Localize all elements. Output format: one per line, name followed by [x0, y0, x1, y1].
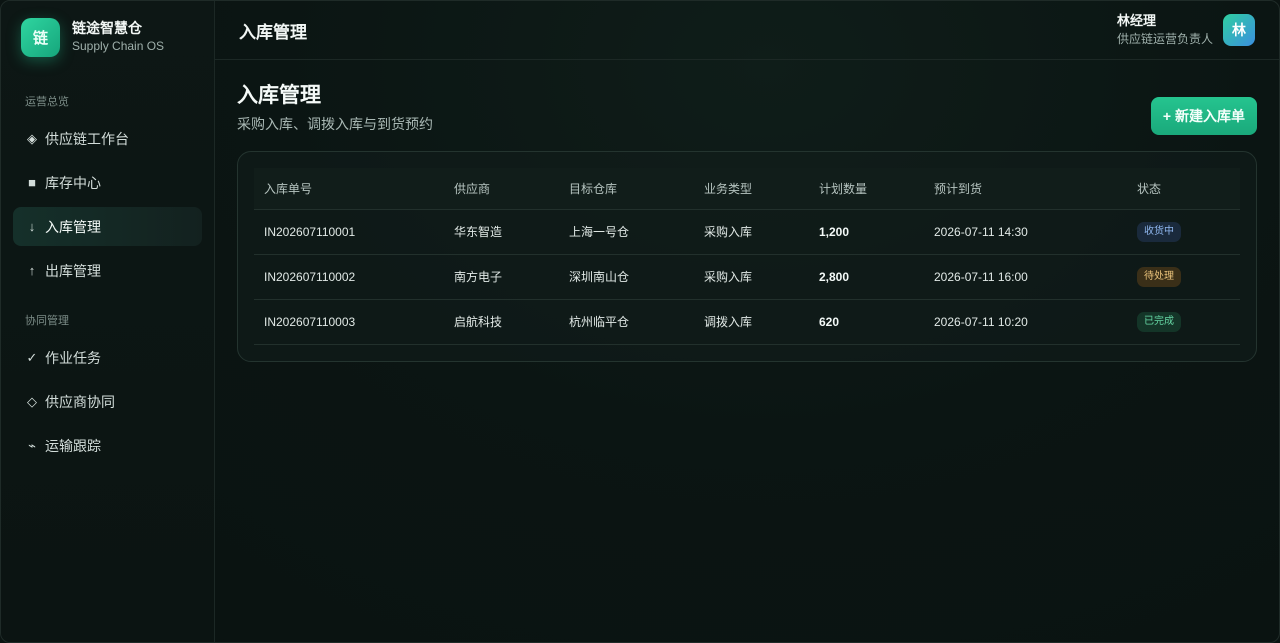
diamond-outline-icon: ◇ — [27, 393, 37, 409]
topbar-title: 入库管理 — [239, 22, 307, 42]
avatar[interactable]: 林 — [1223, 14, 1255, 46]
user-name: 林经理 — [1116, 13, 1156, 28]
warehouse-cell: 上海一号仓 — [559, 209, 694, 255]
diamond-icon: ◈ — [27, 130, 37, 146]
column-header-order-id[interactable]: 入库单号 — [254, 168, 444, 210]
business-type-cell: 采购入库 — [694, 209, 809, 255]
main-area: 入库管理 林经理 供应链运营负责人 林 入库管理 采购入库、调拨入库与到货预约 … — [215, 1, 1279, 642]
warehouse-cell: 深圳南山仓 — [559, 254, 694, 300]
route-icon: ⌁ — [28, 437, 36, 453]
sidebar-item-supply-chain-workbench[interactable]: ◈ 供应链工作台 — [13, 119, 202, 158]
page-subtitle: 采购入库、调拨入库与到货预约 — [237, 116, 433, 132]
supplier-cell: 启航科技 — [444, 299, 559, 345]
sidebar-item-work-tasks[interactable]: ✓ 作业任务 — [13, 338, 202, 377]
sidebar-item-inbound-management[interactable]: ↓ 入库管理 — [13, 207, 202, 246]
planned-qty-cell: 2,800 — [809, 254, 924, 300]
brand[interactable]: 链 链途智慧仓 Supply Chain OS — [13, 17, 202, 57]
sidebar-item-label: 供应链工作台 — [45, 130, 129, 147]
business-type-cell: 采购入库 — [694, 254, 809, 300]
eta-cell: 2026-07-11 16:00 — [924, 254, 1127, 300]
sidebar-item-transport-tracking[interactable]: ⌁ 运输跟踪 — [13, 426, 202, 465]
order-id-cell: IN202607110002 — [254, 254, 444, 300]
sidebar-item-label: 作业任务 — [45, 349, 101, 366]
nav-group-overview: 运营总览 — [25, 96, 69, 108]
page-content: 入库管理 采购入库、调拨入库与到货预约 + 新建入库单 入库单号 供应商 目标仓… — [215, 60, 1279, 362]
status-badge: 已完成 — [1137, 311, 1181, 332]
eta-cell: 2026-07-11 10:20 — [924, 299, 1127, 345]
inbound-table: 入库单号 供应商 目标仓库 业务类型 计划数量 预计到货 状态 IN202607… — [254, 168, 1240, 345]
topbar: 入库管理 林经理 供应链运营负责人 林 — [215, 1, 1279, 60]
sidebar-item-label: 库存中心 — [45, 174, 101, 191]
order-id-cell: IN202607110001 — [254, 209, 444, 255]
supplier-cell: 南方电子 — [444, 254, 559, 300]
sidebar-item-label: 入库管理 — [45, 218, 101, 235]
sidebar-item-inventory-center[interactable]: ■ 库存中心 — [13, 163, 202, 202]
page-title: 入库管理 — [237, 84, 321, 107]
status-badge: 收货中 — [1137, 221, 1181, 242]
column-header-planned-qty[interactable]: 计划数量 — [809, 168, 924, 210]
new-inbound-order-button[interactable]: + 新建入库单 — [1150, 97, 1257, 135]
check-icon: ✓ — [26, 349, 38, 365]
eta-cell: 2026-07-11 14:30 — [924, 209, 1127, 255]
status-cell: 收货中 — [1127, 209, 1240, 255]
planned-qty-cell: 620 — [809, 299, 924, 345]
sidebar: 链 链途智慧仓 Supply Chain OS 运营总览 ◈ 供应链工作台 ■ … — [1, 1, 215, 642]
square-icon: ■ — [28, 175, 36, 190]
brand-name: 链途智慧仓 — [72, 20, 142, 36]
supplier-cell: 华东智造 — [444, 209, 559, 255]
brand-subtitle: Supply Chain OS — [72, 39, 165, 53]
sidebar-item-label: 供应商协同 — [45, 393, 115, 410]
app-window: 链 链途智慧仓 Supply Chain OS 运营总览 ◈ 供应链工作台 ■ … — [0, 0, 1280, 643]
table-row[interactable]: IN202607110001 华东智造 上海一号仓 采购入库 1,200 202… — [254, 209, 1240, 255]
column-header-status[interactable]: 状态 — [1127, 168, 1240, 210]
planned-qty-cell: 1,200 — [809, 209, 924, 255]
column-header-business-type[interactable]: 业务类型 — [694, 168, 809, 210]
nav-group-collaboration: 协同管理 — [25, 315, 69, 327]
arrow-down-icon: ↓ — [28, 219, 36, 234]
status-cell: 已完成 — [1127, 299, 1240, 345]
column-header-supplier[interactable]: 供应商 — [444, 168, 559, 210]
column-header-warehouse[interactable]: 目标仓库 — [559, 168, 694, 210]
sidebar-item-supplier-collaboration[interactable]: ◇ 供应商协同 — [13, 382, 202, 421]
table-header-row: 入库单号 供应商 目标仓库 业务类型 计划数量 预计到货 状态 — [254, 168, 1240, 210]
status-badge: 待处理 — [1137, 266, 1181, 287]
brand-logo: 链 — [21, 17, 60, 57]
table-row[interactable]: IN202607110002 南方电子 深圳南山仓 采购入库 2,800 202… — [254, 254, 1240, 300]
order-id-cell: IN202607110003 — [254, 299, 444, 345]
inbound-table-card: 入库单号 供应商 目标仓库 业务类型 计划数量 预计到货 状态 IN202607… — [237, 151, 1257, 362]
table-row[interactable]: IN202607110003 启航科技 杭州临平仓 调拨入库 620 2026-… — [254, 299, 1240, 345]
business-type-cell: 调拨入库 — [694, 299, 809, 345]
sidebar-item-outbound-management[interactable]: ↑ 出库管理 — [13, 251, 202, 290]
arrow-up-icon: ↑ — [28, 263, 36, 278]
sidebar-item-label: 出库管理 — [45, 262, 101, 279]
column-header-eta[interactable]: 预计到货 — [924, 168, 1127, 210]
user-menu[interactable]: 林经理 供应链运营负责人 林 — [1117, 11, 1255, 49]
page-header: 入库管理 采购入库、调拨入库与到货预约 + 新建入库单 — [237, 82, 1257, 135]
status-cell: 待处理 — [1127, 254, 1240, 300]
user-role: 供应链运营负责人 — [1116, 32, 1213, 46]
sidebar-item-label: 运输跟踪 — [45, 437, 101, 454]
warehouse-cell: 杭州临平仓 — [559, 299, 694, 345]
